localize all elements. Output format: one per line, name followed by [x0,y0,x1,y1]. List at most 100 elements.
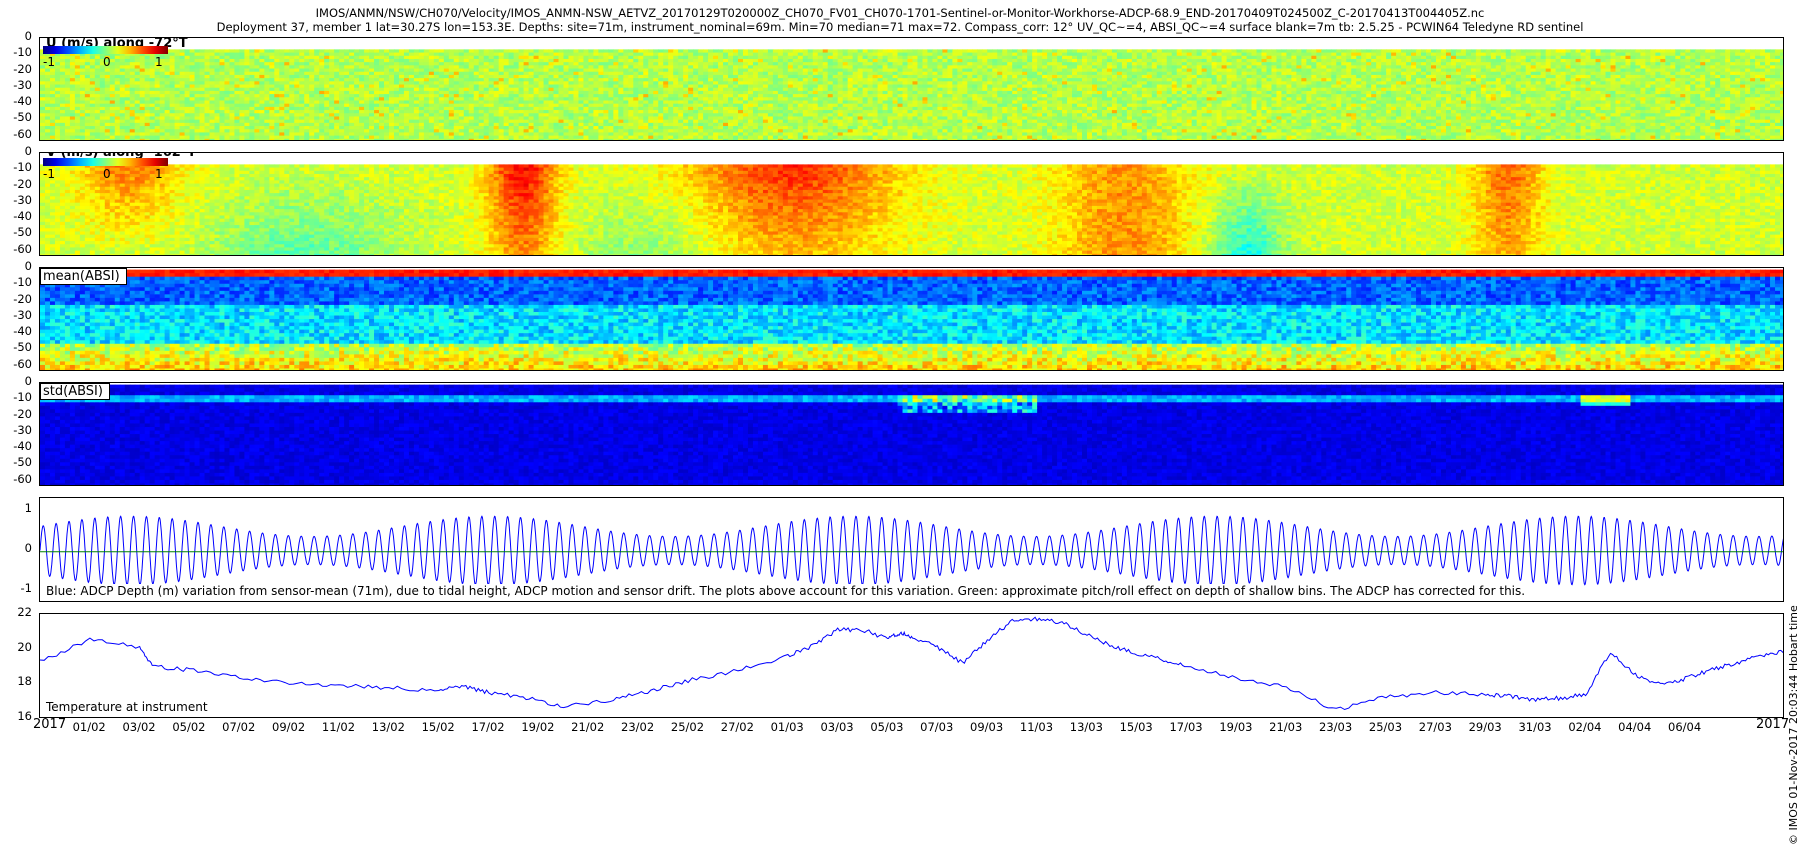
heatmap-cell [817,138,824,140]
heatmap-cell [832,138,839,140]
heatmap-cell [693,138,699,140]
heatmap-cell [857,138,864,140]
heatmap-cell [608,138,614,140]
heatmap-cell [882,138,889,140]
heatmap-cell [563,138,570,140]
heatmap-cell [628,138,634,140]
figure-title-line-2: Deployment 37, member 1 lat=30.27S lon=1… [0,20,1800,34]
heatmap-cell [54,138,61,140]
heatmap-cell [703,138,709,140]
heatmap-cell [314,138,320,140]
heatmap-cell [99,138,106,140]
heatmap-cell [663,138,669,140]
heatmap-cell [583,138,590,140]
heatmap-cell [49,138,56,140]
heatmap-cell [762,138,769,140]
heatmap-cell [593,138,599,140]
figure-title-line-1: IMOS/ANMN/NSW/CH070/Velocity/IMOS_ANMN-N… [0,6,1800,20]
heatmap-cell [618,138,624,140]
u-velocity-heatmap [40,49,1783,140]
heatmap-cell [847,138,854,140]
heatmap-cell [698,138,704,140]
heatmap-cell [802,138,809,140]
heatmap-cell [209,138,216,140]
heatmap-cell [568,138,575,140]
heatmap-cell [189,138,196,140]
heatmap-cell [588,138,595,140]
heatmap-cell [807,138,814,140]
heatmap-cell [822,138,829,140]
heatmap-cell [94,138,101,140]
heatmap-cell [752,138,759,140]
heatmap-cell [159,138,166,140]
heatmap-cell [379,138,385,140]
heatmap-cell [867,138,874,140]
heatmap-cell [134,138,141,140]
heatmap-cell [289,138,295,140]
heatmap-cell [423,138,430,140]
heatmap-cell [239,138,246,140]
heatmap-cell [374,138,380,140]
heatmap-cell [64,138,71,140]
heatmap-cell [408,138,415,140]
heatmap-cell [174,138,181,140]
heatmap-cell [234,138,241,140]
heatmap-cell [124,138,131,140]
heatmap-cell [184,138,191,140]
heatmap-cell [224,138,231,140]
heatmap-cell [448,138,455,140]
heatmap-cell [728,138,734,140]
heatmap-cell [493,138,500,140]
heatmap-cell [528,138,535,140]
heatmap-cell [558,138,565,140]
heatmap-cell [603,138,609,140]
heatmap-cell [852,138,859,140]
heatmap-cell [74,138,81,140]
heatmap-cell [633,138,639,140]
heatmap-cell [553,138,560,140]
heatmap-cell [837,138,844,140]
heatmap-cell [797,138,804,140]
heatmap-cell [453,138,460,140]
heatmap-cell [264,138,270,140]
heatmap-cell [344,138,350,140]
heatmap-cell [523,138,530,140]
heatmap-cell [164,138,171,140]
heatmap-cell [144,138,151,140]
heatmap-cell [673,138,679,140]
heatmap-cell [742,138,749,140]
heatmap-cell [104,138,111,140]
heatmap-cell [668,138,674,140]
heatmap-cell [598,138,604,140]
heatmap-cell [259,138,265,140]
heatmap-cell [842,138,849,140]
heatmap-cell [324,138,330,140]
heatmap-cell [229,138,236,140]
heatmap-cell [384,138,390,140]
heatmap-cell [478,138,485,140]
heatmap-cell [443,138,450,140]
heatmap-cell [79,138,86,140]
heatmap-cell [44,138,51,140]
heatmap-cell [154,138,161,140]
heatmap-cell [349,138,355,140]
heatmap-cell [827,138,834,140]
heatmap-cell [334,138,340,140]
heatmap-cell [488,138,495,140]
heatmap-cell [483,138,490,140]
heatmap-cell [274,138,280,140]
heatmap-cell [458,138,465,140]
heatmap-cell [787,138,794,140]
heatmap-cell [403,138,410,140]
heatmap-cell [179,138,186,140]
heatmap-cell [513,138,520,140]
heatmap-cell [713,138,719,140]
heatmap-cell [84,138,91,140]
heatmap-cell [339,138,345,140]
heatmap-cell [438,138,445,140]
heatmap-cell [149,138,156,140]
heatmap-cell [468,138,475,140]
heatmap-cell [892,138,899,140]
heatmap-cell [319,138,325,140]
heatmap-cell [757,138,764,140]
